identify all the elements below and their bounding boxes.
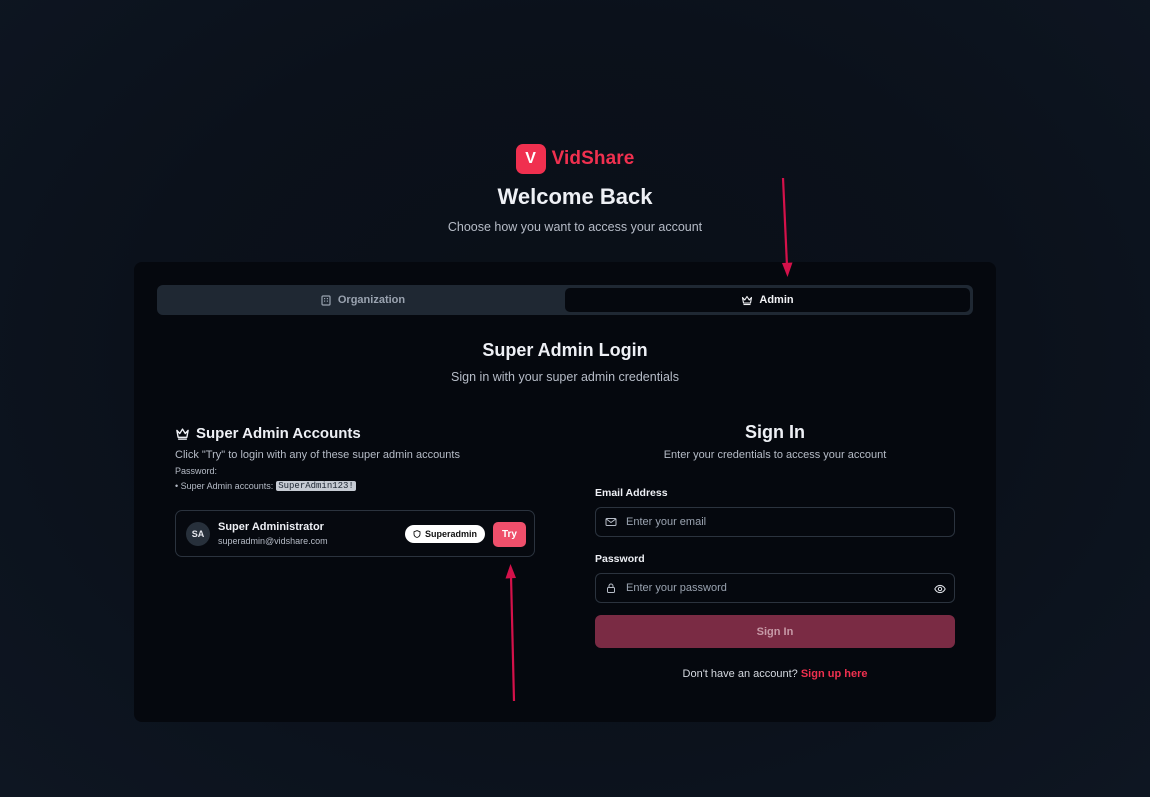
password-placeholder: Enter your password	[626, 582, 727, 594]
shield-icon	[413, 530, 421, 538]
login-type-tabs: Organization Admin	[157, 285, 973, 315]
signin-subtitle: Enter your credentials to access your ac…	[663, 449, 887, 461]
crown-icon	[176, 428, 189, 440]
signup-text: Don't have an account?	[682, 668, 798, 680]
page-title: Welcome Back	[497, 184, 653, 209]
login-card: Organization Admin Super Admin Login Sig…	[134, 262, 996, 722]
building-icon	[321, 295, 331, 306]
password-label: Password:	[175, 466, 218, 476]
eye-icon[interactable]	[934, 583, 946, 595]
account-name: Super Administrator	[218, 521, 324, 533]
accounts-title: Super Admin Accounts	[196, 425, 361, 442]
password-code: SuperAdmin123!	[276, 481, 356, 491]
login-title: Super Admin Login	[482, 340, 648, 360]
avatar: SA	[186, 522, 210, 546]
try-button[interactable]: Try	[493, 522, 526, 547]
email-placeholder: Enter your email	[626, 516, 707, 528]
accounts-description: Click "Try" to login with any of these s…	[175, 449, 460, 461]
signup-prompt: Don't have an account? Sign up here	[595, 668, 955, 680]
signin-panel: Sign In Enter your credentials to access…	[595, 422, 955, 680]
signup-link[interactable]: Sign up here	[801, 668, 868, 680]
accounts-heading: Super Admin Accounts	[175, 425, 535, 442]
accounts-panel: Super Admin Accounts Click "Try" to logi…	[175, 425, 535, 491]
tab-admin[interactable]: Admin	[565, 288, 970, 312]
password-field-label: Password	[595, 553, 645, 565]
email-label: Email Address	[595, 487, 668, 499]
password-hint: • Super Admin accounts: SuperAdmin123!	[175, 481, 535, 491]
role-badge: Superadmin	[405, 525, 486, 543]
account-card: SA Super Administrator superadmin@vidsha…	[175, 510, 535, 557]
mail-icon	[605, 518, 617, 526]
lock-icon	[607, 583, 615, 593]
password-field[interactable]: Enter your password	[595, 573, 955, 603]
account-email: superadmin@vidshare.com	[218, 536, 328, 546]
tab-organization[interactable]: Organization	[160, 288, 565, 312]
login-subtitle: Sign in with your super admin credential…	[451, 370, 679, 384]
signin-button[interactable]: Sign In	[595, 615, 955, 648]
page-subtitle: Choose how you want to access your accou…	[447, 220, 703, 234]
crown-icon	[742, 295, 753, 306]
password-hint-label: • Super Admin accounts:	[175, 481, 274, 491]
tab-label: Organization	[337, 294, 406, 306]
brand: V VidShare	[0, 144, 1150, 174]
email-field[interactable]: Enter your email	[595, 507, 955, 537]
brand-name: VidShare	[551, 148, 635, 169]
signin-title: Sign In	[745, 422, 805, 442]
brand-logo: V	[515, 144, 546, 174]
tab-label: Admin	[759, 294, 794, 306]
role-label: Superadmin	[425, 529, 478, 539]
